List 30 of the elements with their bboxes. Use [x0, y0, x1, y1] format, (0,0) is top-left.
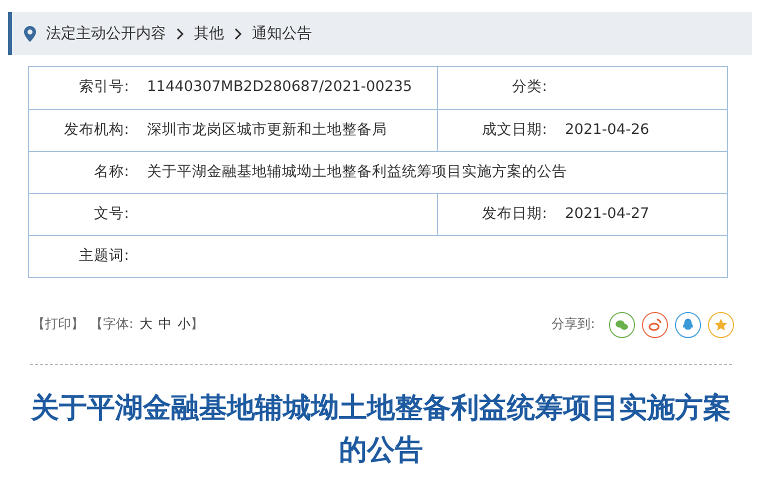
- field-label: 成文日期:: [481, 120, 547, 140]
- field-label: 索引号:: [78, 78, 129, 98]
- field-value: 11440307MB2D280687/2021-00235: [147, 78, 412, 98]
- field-value: 2021-04-26: [565, 120, 650, 140]
- field-label: 发布日期:: [481, 204, 547, 224]
- font-size-link[interactable]: 中: [158, 315, 172, 335]
- font-size-label: 【字体:: [90, 316, 134, 334]
- breadcrumb-link[interactable]: 通知公告: [252, 22, 312, 45]
- bracket-text: 】: [190, 316, 204, 334]
- share-wechat-icon[interactable]: [609, 312, 635, 338]
- field-label: 发布机构:: [63, 120, 129, 140]
- field-label: 分类:: [511, 78, 547, 98]
- chevron-icon: [234, 28, 242, 40]
- font-size-link[interactable]: 大: [139, 315, 152, 335]
- field-value: 深圳市龙岗区城市更新和土地整备局: [147, 120, 387, 140]
- field-label: 文号:: [93, 204, 129, 224]
- field-label: 名称:: [93, 162, 129, 182]
- chevron-icon: [176, 28, 184, 40]
- location-pin-icon: [24, 26, 36, 42]
- article-title: 关于平湖金融基地辅城坳土地整备利益统筹项目实施方案的公告: [30, 390, 732, 468]
- share-qq-icon[interactable]: [675, 312, 701, 338]
- breadcrumb-link[interactable]: 其他: [194, 22, 224, 45]
- share-weibo-icon[interactable]: [642, 312, 668, 338]
- field-label: 主题词:: [78, 246, 129, 266]
- field-value: 2021-04-27: [565, 204, 650, 224]
- breadcrumb-link[interactable]: 法定主动公开内容: [46, 22, 166, 45]
- share-label: 分享到:: [552, 316, 595, 334]
- field-value: 关于平湖金融基地辅城坳土地整备利益统筹项目实施方案的公告: [147, 162, 567, 182]
- print-link[interactable]: 【打印】: [32, 315, 84, 335]
- font-size-link[interactable]: 小: [177, 315, 190, 335]
